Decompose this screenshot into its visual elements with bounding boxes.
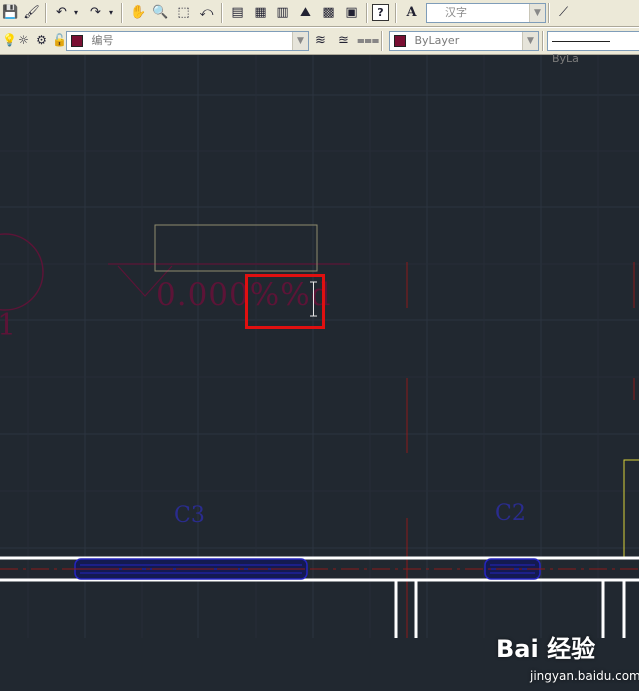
layer-color-icon [71, 35, 83, 47]
color-swatch-icon [394, 35, 406, 47]
design-center-icon[interactable]: ▦ [251, 3, 270, 22]
layers-toolbar: 💡 ☼ ⚙ 🔓 编号 ▼ ≋ ≊ ⩶ ByLayer ▼ ByLa [0, 27, 639, 65]
toolbar-separator [121, 3, 123, 23]
zoom-realtime-icon[interactable]: 🔍 [151, 3, 170, 22]
text-style-value: 汉字 [445, 6, 467, 19]
match-properties-icon[interactable]: 🖌 [22, 3, 41, 22]
zoom-previous-icon[interactable]: ⤺ [197, 3, 216, 22]
dim-style-icon[interactable]: ⟋ [554, 3, 573, 22]
toolbar-separator [366, 3, 368, 23]
toolbar-separator [45, 3, 47, 23]
sheet-set-icon[interactable]: ⛰ [296, 3, 315, 22]
viewport-freeze-icon[interactable]: ⚙ [32, 31, 51, 50]
toolbar-separator [542, 31, 544, 51]
grid [0, 55, 639, 638]
text-style-icon[interactable]: A [402, 3, 421, 22]
save-icon[interactable]: 💾 [1, 3, 20, 22]
layer-name: 编号 [91, 34, 114, 47]
toolbar-separator [548, 3, 550, 23]
linetype-dropdown[interactable]: ByLa [547, 31, 639, 65]
calculator-icon[interactable]: ▣ [342, 3, 361, 22]
layer-dropdown[interactable]: 编号 ▼ [66, 31, 309, 51]
axis-lines [406, 262, 635, 638]
window-label-c3: C3 [174, 503, 205, 528]
toolbar-separator [221, 3, 223, 23]
help-icon[interactable]: ? [372, 4, 389, 21]
chevron-down-icon[interactable]: ▼ [522, 32, 538, 50]
drawing-svg [0, 55, 639, 638]
tool-palettes-icon[interactable]: ▥ [273, 3, 292, 22]
drawing-canvas[interactable]: 1 0.000%%d C3 C2 Bai 经验 jingyan.baidu.co… [0, 55, 639, 683]
watermark-brand: Bai 经验 [496, 635, 596, 663]
redo-icon[interactable]: ↷ [86, 3, 105, 22]
watermark-site: jingyan.baidu.com [530, 669, 639, 683]
yellow-outline [623, 459, 639, 558]
color-value: ByLayer [414, 34, 460, 47]
layer-properties-icon[interactable]: ≋ [311, 31, 330, 50]
highlight-box [245, 274, 325, 329]
properties-icon[interactable]: ▤ [228, 3, 247, 22]
undo-icon[interactable]: ↶ [52, 3, 71, 22]
color-dropdown[interactable]: ByLayer ▼ [389, 31, 539, 51]
zoom-window-icon[interactable]: ⬚ [174, 3, 193, 22]
freeze-icon[interactable]: ☼ [14, 31, 33, 50]
chevron-down-icon[interactable]: ▼ [292, 32, 308, 50]
watermark: Bai 经验 jingyan.baidu.com [488, 625, 639, 691]
axis-number: 1 [0, 308, 17, 343]
axis-circle [0, 233, 44, 311]
text-style-dropdown[interactable]: 汉字 ▼ [426, 3, 546, 23]
layer-previous-icon[interactable]: ⩶ [357, 31, 379, 50]
minor-grid [0, 55, 639, 638]
linetype-sample-icon [552, 40, 610, 42]
window-label-c2: C2 [495, 501, 526, 526]
markup-icon[interactable]: ▩ [319, 3, 338, 22]
pan-icon[interactable]: ✋ [129, 3, 148, 22]
standard-toolbar: 💾 🖌 ↶ ▾ ↷ ▾ ✋ 🔍 ⬚ ⤺ ▤ ▦ ▥ ⛰ ▩ ▣ ? A 汉字 ▼… [0, 0, 639, 27]
chevron-down-icon[interactable]: ▼ [529, 4, 545, 22]
undo-dropdown-icon[interactable]: ▾ [71, 3, 81, 22]
toolbar-separator [395, 3, 397, 23]
make-current-icon[interactable]: ≊ [334, 31, 353, 50]
redo-dropdown-icon[interactable]: ▾ [106, 3, 116, 22]
toolbar-separator [381, 31, 383, 51]
